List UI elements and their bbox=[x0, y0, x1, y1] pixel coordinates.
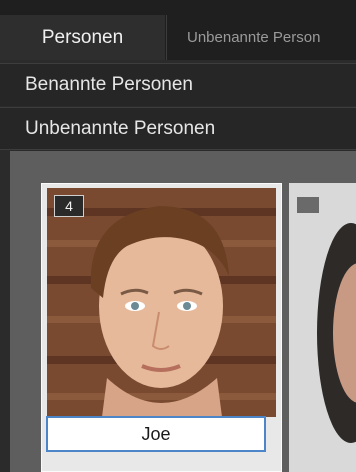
face-photo bbox=[47, 188, 276, 417]
person-card[interactable]: 4 bbox=[41, 183, 282, 472]
section-unnamed-people[interactable]: Unbenannte Personen bbox=[0, 107, 356, 150]
face-thumbnail[interactable]: 4 bbox=[47, 188, 276, 417]
tab-personen[interactable]: Personen bbox=[0, 15, 165, 60]
tab-unbenannte-person[interactable]: Unbenannte Person bbox=[166, 15, 356, 60]
section-named-people[interactable]: Benannte Personen bbox=[0, 63, 356, 106]
face-count-badge bbox=[297, 197, 319, 213]
person-name-field[interactable] bbox=[46, 416, 266, 452]
people-grid: 4 bbox=[10, 151, 356, 472]
person-card[interactable] bbox=[289, 183, 356, 472]
face-photo bbox=[289, 183, 356, 472]
tab-bar: Personen Unbenannte Person bbox=[0, 0, 356, 60]
face-count-badge: 4 bbox=[54, 195, 84, 217]
